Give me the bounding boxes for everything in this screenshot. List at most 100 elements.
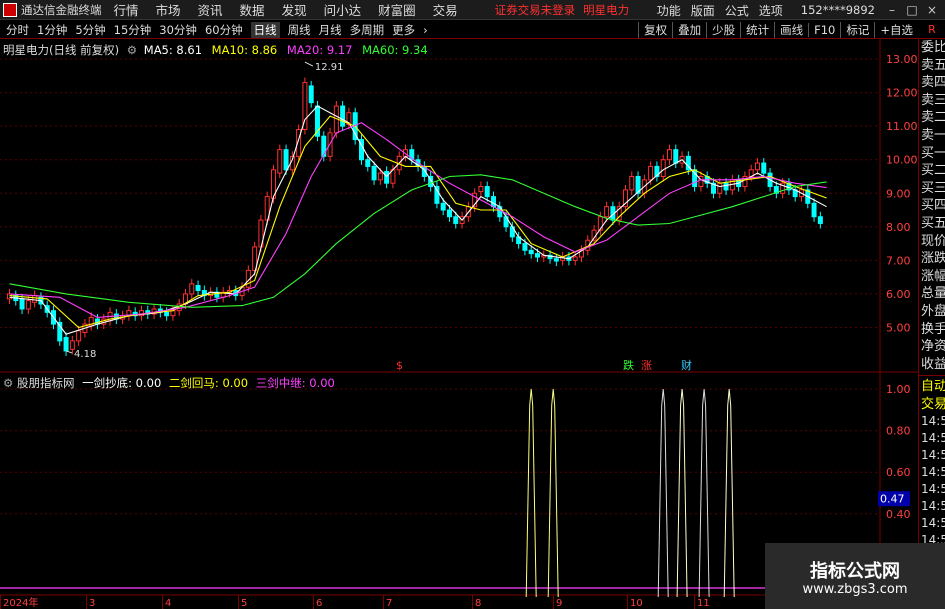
chevron-right-icon[interactable]: › [423, 23, 428, 37]
price-axis-label: 12.00 [886, 87, 918, 100]
quote-item[interactable]: 卖三 [919, 92, 945, 110]
menu-item-quotes[interactable]: 行情 [114, 0, 139, 19]
period-multi[interactable]: 多周期 [350, 22, 385, 38]
menu-item-ask[interactable]: 问小达 [324, 0, 362, 19]
ma10-line [9, 115, 827, 329]
quote-item[interactable]: 卖四 [919, 74, 945, 92]
menu-item-options[interactable]: 选项 [759, 2, 783, 19]
statistics-button[interactable]: 统计 [740, 22, 774, 38]
time-axis-label: 4 [165, 598, 171, 609]
stock-title: 明星电力(日线 前复权) [3, 43, 120, 57]
quote-item[interactable]: 买四 [919, 197, 945, 215]
menu-item-layout[interactable]: 版面 [691, 2, 715, 19]
menu-item-formula[interactable]: 公式 [725, 2, 749, 19]
candle-up [277, 149, 283, 174]
adjust-price-button[interactable]: 复权 [638, 22, 672, 38]
time-axis-label: 6 [316, 598, 322, 609]
gear-icon[interactable]: ⚙ [3, 376, 13, 390]
quote-item[interactable]: 买五 [919, 215, 945, 233]
signal-spike [547, 388, 559, 598]
right-panel-toggle[interactable]: R [919, 21, 945, 39]
candle-up [377, 172, 383, 181]
period-weekly[interactable]: 周线 [288, 22, 311, 38]
quote-item[interactable]: 涨幅 [919, 268, 945, 286]
period-5min[interactable]: 5分钟 [75, 22, 105, 38]
draw-line-button[interactable]: 画线 [774, 22, 808, 38]
period-toolbar: 分时 1分钟 5分钟 15分钟 30分钟 60分钟 日线 周线 月线 多周期 更… [0, 21, 945, 39]
candle-down [484, 186, 490, 198]
period-30min[interactable]: 30分钟 [159, 22, 197, 38]
quote-item[interactable]: 换手 [919, 321, 945, 339]
candle-down [723, 182, 729, 191]
few-stocks-button[interactable]: 少股 [706, 22, 740, 38]
time-axis-label: 10 [630, 598, 643, 609]
quote-item[interactable]: 卖一 [919, 127, 945, 145]
quote-item[interactable]: 净资 [919, 338, 945, 356]
menu-item-market[interactable]: 市场 [156, 0, 181, 19]
quote-item[interactable]: 买二 [919, 162, 945, 180]
indicator-axis-label: 0.80 [886, 425, 911, 438]
menu-item-functions[interactable]: 功能 [657, 2, 681, 19]
overlay-button[interactable]: 叠加 [672, 22, 706, 38]
f10-button[interactable]: F10 [808, 23, 840, 37]
candle-up [478, 186, 484, 193]
mark-button[interactable]: 标记 [840, 22, 874, 38]
trade-time: 14:56 [921, 482, 945, 497]
candle-up [189, 283, 195, 295]
event-marker: 跌 [623, 358, 634, 372]
candle-up [754, 162, 760, 171]
kline-chart[interactable]: 13.00 12.00 11.00 10.00 9.00 8.00 7.00 6.00 5.00… [0, 39, 918, 609]
gear-icon[interactable]: ⚙ [127, 43, 137, 57]
period-1min[interactable]: 1分钟 [37, 22, 67, 38]
maximize-icon[interactable]: □ [905, 3, 919, 17]
candle-down [340, 105, 346, 127]
close-icon[interactable]: × [925, 3, 939, 17]
signal-spike [676, 388, 688, 598]
account-label[interactable]: 152****9892 [801, 3, 875, 17]
candle-down [446, 209, 452, 218]
login-warning[interactable]: 证券交易未登录 [495, 2, 576, 18]
quote-item[interactable]: 买三 [919, 180, 945, 198]
quote-item[interactable]: 卖二 [919, 109, 945, 127]
time-axis-label: 11 [697, 598, 710, 609]
period-more[interactable]: 更多 [392, 22, 415, 38]
trade-time: 14:56 [921, 499, 945, 514]
cursor-value-label: 0.47 [880, 493, 905, 506]
menu-item-data[interactable]: 数据 [240, 0, 265, 19]
quote-item[interactable]: 委比 [919, 39, 945, 57]
quote-item[interactable]: 外盘 [919, 303, 945, 321]
price-axis-label: 7.00 [886, 254, 911, 267]
quote-item[interactable]: 现价 [919, 233, 945, 251]
period-intraday[interactable]: 分时 [6, 22, 29, 38]
candle-up [629, 175, 635, 191]
period-monthly[interactable]: 月线 [319, 22, 342, 38]
candle-down [528, 249, 534, 255]
candle-down [384, 170, 390, 184]
candle-down [308, 85, 314, 104]
period-15min[interactable]: 15分钟 [114, 22, 152, 38]
ma20-line [9, 122, 827, 318]
period-60min[interactable]: 60分钟 [205, 22, 243, 38]
minimize-icon[interactable]: – [885, 3, 899, 17]
quote-item[interactable]: 收益 [919, 356, 945, 374]
menu-item-wealth[interactable]: 财富圈 [378, 0, 416, 19]
period-daily[interactable]: 日线 [250, 21, 280, 38]
indicator-axis-label: 0.60 [886, 466, 911, 479]
auto-trade-item[interactable]: 交易 [919, 396, 945, 414]
auto-trade-item[interactable]: 自动 [919, 378, 945, 396]
add-watchlist-button[interactable]: +自选 [874, 22, 918, 38]
price-axis-label: 13.00 [886, 53, 918, 66]
indicator-name[interactable]: 股朋指标网 [17, 376, 75, 390]
trade-time: 14:56 [921, 516, 945, 531]
quote-item[interactable]: 买一 [919, 145, 945, 163]
ma60-label: MA60: 9.34 [362, 43, 428, 57]
menu-item-discover[interactable]: 发现 [282, 0, 307, 19]
quote-item[interactable]: 总量 [919, 285, 945, 303]
signal-spike [723, 388, 735, 598]
menu-item-trade[interactable]: 交易 [433, 0, 458, 19]
candle-down [19, 298, 25, 310]
quote-item[interactable]: 涨跌 [919, 250, 945, 268]
menu-item-news[interactable]: 资讯 [198, 0, 223, 19]
low-pointer [65, 350, 73, 354]
quote-item[interactable]: 卖五 [919, 57, 945, 75]
